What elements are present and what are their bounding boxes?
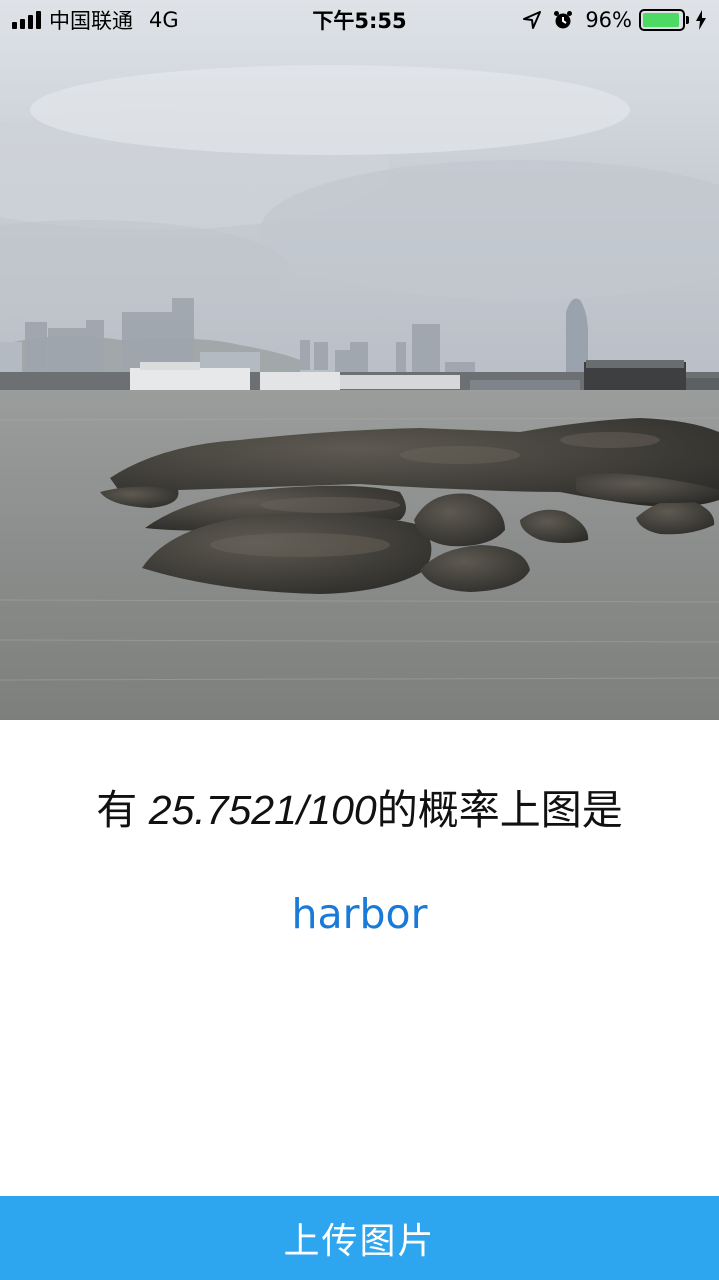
signal-icon — [12, 11, 41, 29]
prediction-prefix: 有 — [96, 787, 149, 833]
battery-icon — [639, 9, 689, 31]
status-right: 96% — [523, 8, 707, 32]
network-type: 4G — [149, 8, 179, 32]
upload-image-button[interactable]: 上传图片 — [0, 1196, 719, 1280]
charging-bolt-icon — [695, 10, 707, 30]
status-left: 中国联通 4G — [12, 5, 179, 35]
prediction-label: harbor — [291, 890, 428, 938]
app-screen: 中国联通 4G 下午5:55 96% 有 25.7521/100的概率上图是 h… — [0, 0, 719, 1280]
prediction-suffix: 的概率上图是 — [376, 787, 623, 833]
prediction-sentence: 有 25.7521/100的概率上图是 — [0, 776, 719, 836]
location-arrow-icon — [523, 11, 542, 29]
harbor-photo — [0, 0, 719, 720]
alarm-icon — [553, 10, 573, 30]
battery-fill — [643, 13, 680, 27]
prediction-probability: 25.7521/100 — [148, 787, 377, 833]
battery-percent: 96% — [585, 8, 632, 32]
status-bar: 中国联通 4G 下午5:55 96% — [0, 0, 719, 40]
carrier-name: 中国联通 — [49, 9, 133, 33]
